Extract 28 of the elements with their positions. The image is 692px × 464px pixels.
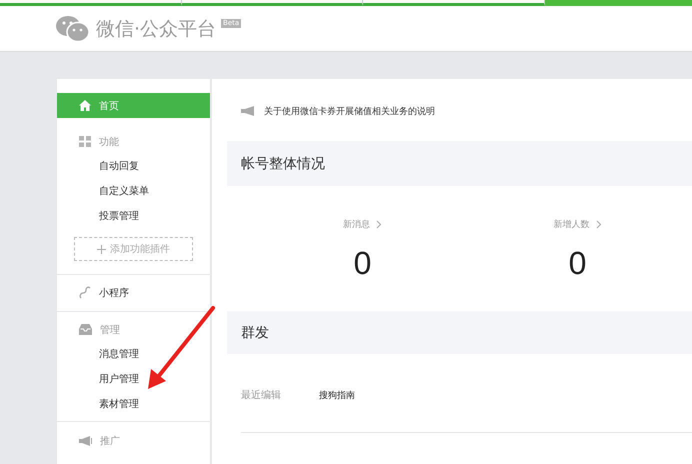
link-icon (79, 286, 91, 299)
platform-title: 微信·公众平台 (96, 16, 216, 42)
home-icon (79, 100, 91, 111)
draft-title[interactable]: 搜狗指南 (319, 388, 355, 402)
sidebar-subitem[interactable]: 自定义菜单 (57, 179, 210, 204)
stat-value: 0 (568, 245, 586, 281)
sidebar-subitem[interactable]: 自动回复 (57, 154, 210, 179)
sidebar-subitem[interactable]: 用户管理 (57, 367, 210, 392)
sidebar-group-heading: 功能 (57, 129, 210, 154)
sidebar-group-heading: 推广 (57, 428, 210, 453)
chat-bubbles-logo-icon (56, 16, 90, 42)
chevron-right-icon (376, 220, 382, 228)
stat-value: 0 (354, 245, 372, 281)
sidebar-subitem[interactable]: 消息管理 (57, 342, 210, 367)
section-title: 帐号整体情况 (241, 154, 325, 172)
tray-icon (79, 324, 92, 335)
plus-icon (97, 244, 106, 254)
row-label: 最近编辑 (241, 388, 282, 402)
section-title: 群发 (241, 324, 269, 342)
sidebar-subitem[interactable]: 素材管理 (57, 392, 210, 417)
sidebar-group-heading: 管理 (57, 317, 210, 342)
sidebar-subitem[interactable]: 投票管理 (57, 204, 210, 229)
chevron-right-icon (596, 220, 602, 228)
sidebar-item[interactable]: 小程序 (57, 280, 210, 305)
notice-link[interactable]: 关于使用微信卡券开展储值相关业务的说明 (264, 104, 435, 118)
megaphone-icon (79, 436, 92, 446)
megaphone-icon (241, 106, 256, 116)
grid-icon (79, 136, 91, 147)
